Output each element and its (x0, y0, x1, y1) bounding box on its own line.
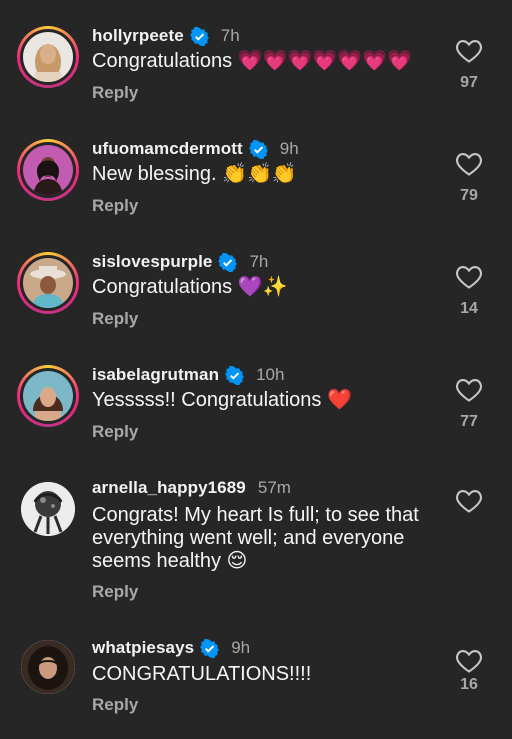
heart-outline-icon[interactable] (455, 264, 483, 290)
comment-text: Yesssss!! Congratulations ❤️ (92, 389, 352, 411)
heart-outline-icon[interactable] (455, 377, 483, 403)
comment-item: whatpiesays 9h CONGRATULATIONS!!!! Reply… (0, 636, 512, 722)
comment-header: arnella_happy1689 57m (92, 476, 291, 500)
profile-photo (23, 371, 73, 421)
comment-text: Congrats! My heart Is full; to see that … (92, 504, 419, 572)
comment-item: arnella_happy1689 57m Congrats! My heart… (0, 476, 512, 606)
avatar[interactable] (17, 26, 79, 88)
verified-badge-icon (200, 638, 220, 658)
avatar[interactable] (21, 640, 75, 694)
reply-button[interactable]: Reply (92, 422, 138, 442)
avatar[interactable] (17, 365, 79, 427)
username[interactable]: isabelagrutman (92, 365, 219, 385)
profile-photo (23, 32, 73, 82)
profile-photo (23, 258, 73, 308)
heart-outline-icon[interactable] (455, 151, 483, 177)
avatar[interactable] (17, 139, 79, 201)
username[interactable]: arnella_happy1689 (92, 478, 246, 498)
username[interactable]: whatpiesays (92, 638, 194, 658)
profile-photo (21, 482, 75, 536)
timestamp: 10h (256, 365, 285, 384)
like-count: 77 (460, 413, 478, 430)
like-count: 79 (460, 187, 478, 204)
heart-outline-icon[interactable] (455, 488, 483, 514)
comment-text: Congratulations 💜✨ (92, 276, 288, 298)
avatar[interactable] (21, 482, 75, 536)
comment-header: isabelagrutman 10h (92, 363, 284, 387)
reply-button[interactable]: Reply (92, 582, 138, 602)
comment-header: hollyrpeete 7h (92, 24, 240, 48)
like-count: 97 (460, 74, 478, 91)
comment-item: sislovespurple 7h Congratulations 💜✨ Rep… (0, 250, 512, 336)
comment-text: Congratulations 💗💗💗💗💗💗💗 (92, 50, 412, 72)
timestamp: 7h (249, 252, 269, 271)
comment-header: ufuomamcdermott 9h (92, 137, 299, 161)
username[interactable]: ufuomamcdermott (92, 139, 243, 159)
comment-item: hollyrpeete 7h Congratulations 💗💗💗💗💗💗💗 R… (0, 24, 512, 110)
comment-header: sislovespurple 7h (92, 250, 268, 274)
comment-list: hollyrpeete 7h Congratulations 💗💗💗💗💗💗💗 R… (0, 0, 512, 739)
timestamp: 9h (231, 638, 251, 657)
username[interactable]: hollyrpeete (92, 26, 184, 46)
reply-button[interactable]: Reply (92, 309, 138, 329)
timestamp: 9h (279, 139, 299, 158)
reply-button[interactable]: Reply (92, 83, 138, 103)
like-count: 14 (460, 300, 478, 317)
verified-badge-icon (248, 139, 268, 159)
comment-text: New blessing. 👏👏👏 (92, 163, 297, 185)
reply-button[interactable]: Reply (92, 196, 138, 216)
heart-outline-icon[interactable] (455, 648, 483, 674)
like-count: 16 (460, 676, 478, 693)
username[interactable]: sislovespurple (92, 252, 212, 272)
avatar[interactable] (17, 252, 79, 314)
verified-badge-icon (189, 26, 209, 46)
comment-item: isabelagrutman 10h Yesssss!! Congratulat… (0, 363, 512, 449)
timestamp: 57m (257, 478, 291, 497)
comment-header: whatpiesays 9h (92, 636, 250, 660)
verified-badge-icon (218, 252, 238, 272)
timestamp: 7h (220, 26, 240, 45)
profile-photo (23, 145, 73, 195)
verified-badge-icon (225, 365, 244, 385)
comment-text: CONGRATULATIONS!!!! (92, 663, 312, 685)
reply-button[interactable]: Reply (92, 695, 138, 715)
comment-item: ufuomamcdermott 9h New blessing. 👏👏👏 Rep… (0, 137, 512, 223)
heart-outline-icon[interactable] (455, 38, 483, 64)
profile-photo (21, 640, 75, 694)
